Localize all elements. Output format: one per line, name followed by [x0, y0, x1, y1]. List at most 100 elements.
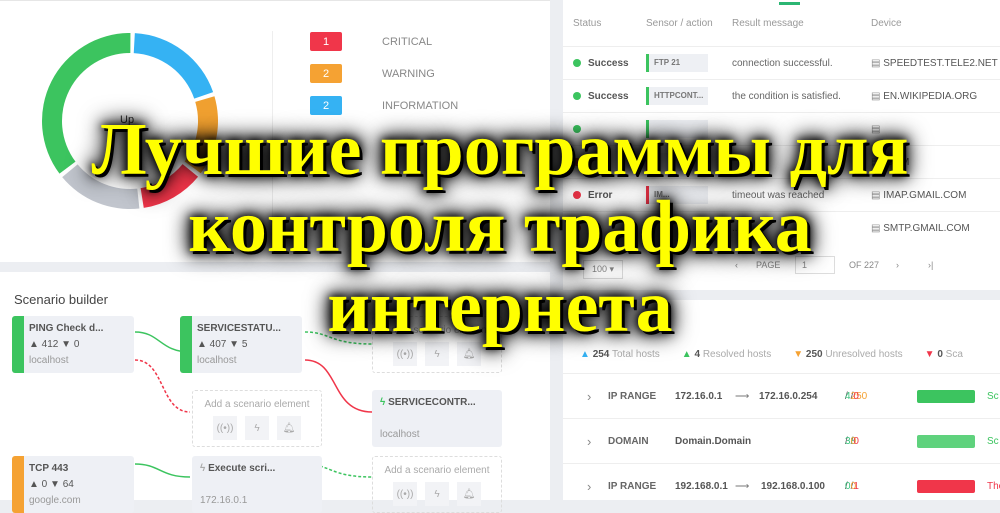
col-status[interactable]: Status: [573, 18, 601, 29]
sensor-icon[interactable]: ((•)): [213, 416, 237, 440]
table-row[interactable]: .COM: [563, 145, 1000, 178]
add-scenario-element[interactable]: Add a scenario element ((•)) ϟ 🔔︎: [192, 390, 322, 447]
donut-slice-gray[interactable]: [62, 164, 140, 209]
summary-item: ▼ 250 Unresolved hosts: [793, 349, 902, 360]
table-row[interactable]: Success HTTPCONT... the condition is sat…: [563, 79, 1000, 112]
sensor-chip[interactable]: [646, 120, 708, 138]
scenario-node-tcp[interactable]: TCP 443 ▲ 0 ▼ 64 google.com: [12, 456, 134, 513]
scan-progress-bar: [917, 479, 975, 493]
connector-success: [304, 331, 373, 345]
action-icon[interactable]: ϟ: [245, 416, 269, 440]
count-badge: 1: [310, 32, 342, 51]
bell-icon[interactable]: 🔔︎: [457, 482, 481, 506]
action-icon[interactable]: ϟ: [425, 482, 449, 506]
arrow-icon: ▲: [580, 349, 590, 360]
node-counts: ▲ 0 ▼ 64: [29, 479, 74, 490]
table-row[interactable]: Error IM... timeout was reached IMAP.GMA…: [563, 178, 1000, 211]
status-text: Error: [588, 189, 613, 201]
expand-chevron-icon[interactable]: ›: [587, 479, 591, 494]
active-tab-indicator: [779, 2, 800, 5]
sensor-icon[interactable]: ((•)): [393, 482, 417, 506]
device-name[interactable]: EN.WIKIPEDIA.ORG: [871, 91, 977, 102]
legend-warning[interactable]: 2 WARNING: [310, 64, 435, 83]
donut-slice-green[interactable]: [41, 33, 131, 174]
host-row[interactable]: › DOMAIN Domain.Domain 38 / 0 / 0 Sc: [563, 418, 1000, 463]
sensor-chip[interactable]: FTP 21: [646, 54, 708, 72]
action-icon[interactable]: ϟ: [425, 342, 449, 366]
arrow-icon: ▲: [681, 349, 692, 360]
scenario-node-ping[interactable]: PING Check d... ▲ 412 ▼ 0 localhost: [12, 316, 134, 373]
result-message: ...er: [732, 222, 750, 234]
table-row[interactable]: [563, 112, 1000, 145]
col-device[interactable]: Device: [871, 18, 902, 29]
table-row[interactable]: ...er SMTP.GMAIL.COM: [563, 211, 1000, 244]
bell-icon[interactable]: 🔔︎: [277, 416, 301, 440]
range-from: 192.168.0.1: [675, 480, 728, 492]
add-scenario-element[interactable]: Add a scenario element ((•)) ϟ 🔔︎: [372, 456, 502, 513]
host-counts: 38 / 0 / 0: [845, 435, 859, 447]
node-title: PING Check d...: [29, 323, 104, 334]
summary-value: 4: [694, 349, 701, 360]
table-row[interactable]: Success FTP 21 connection successful. SP…: [563, 46, 1000, 79]
status-dot: [573, 125, 581, 133]
expand-chevron-icon[interactable]: ›: [587, 434, 591, 449]
legend-information[interactable]: 2 INFORMATION: [310, 96, 458, 115]
range-arrow: ⟶: [735, 480, 750, 492]
add-scenario-element[interactable]: Add a scenario element ((•)) ϟ 🔔︎: [372, 316, 502, 373]
scan-status: Sc: [987, 435, 999, 447]
expand-chevron-icon[interactable]: ›: [587, 389, 591, 404]
scenario-builder-panel: Scenario builder PING Check d... ▲ 412 ▼ …: [0, 272, 550, 513]
status-bar: [12, 316, 24, 373]
page-label: PAGE: [756, 260, 781, 270]
sensor-chip[interactable]: IM...: [646, 186, 708, 204]
host-row[interactable]: › IP RANGE 172.16.0.1 ⟶ 172.16.0.254 4 /…: [563, 373, 1000, 418]
device-name[interactable]: .COM: [871, 157, 909, 168]
host-row[interactable]: › IP RANGE 192.168.0.1 ⟶ 192.168.0.100 0…: [563, 463, 1000, 508]
summary-item: ▼ 0 Sca: [925, 349, 963, 360]
donut-slice-red[interactable]: [140, 164, 199, 208]
status-bar: [180, 316, 192, 373]
result-message: connection successful.: [732, 57, 833, 69]
node-title: TCP 443: [29, 463, 69, 474]
host-type: DOMAIN: [608, 435, 649, 447]
page-input[interactable]: 1: [795, 256, 835, 274]
scenario-node-servicecontrol[interactable]: ϟ SERVICECONTR... localhost: [372, 390, 502, 447]
node-host: google.com: [29, 495, 81, 506]
col-sensor[interactable]: Sensor / action: [646, 18, 713, 29]
sensor-chip[interactable]: [646, 153, 708, 171]
connector-success: [134, 463, 191, 478]
status-bar: [12, 456, 24, 513]
node-counts: ▲ 412 ▼ 0: [29, 339, 80, 350]
donut-slice-blue[interactable]: [133, 33, 214, 99]
scenario-node-execute-script[interactable]: ϟ Execute scri... 172.16.0.1: [192, 456, 322, 513]
lightning-icon: ϟ: [380, 397, 389, 408]
sensor-icon[interactable]: ((•)): [393, 342, 417, 366]
device-name[interactable]: IMAP.GMAIL.COM: [871, 190, 966, 201]
prev-page-button[interactable]: ‹: [735, 260, 738, 270]
legend-label: WARNING: [382, 67, 435, 80]
last-page-button[interactable]: ›|: [928, 260, 933, 270]
status-dot: [573, 59, 581, 67]
bell-icon[interactable]: 🔔︎: [457, 342, 481, 366]
donut-slice-orange[interactable]: [184, 96, 218, 174]
per-page-select[interactable]: 100 ▾: [583, 260, 624, 279]
device-name[interactable]: SMTP.GMAIL.COM: [871, 223, 970, 234]
legend-critical[interactable]: 1 CRITICAL: [310, 32, 432, 51]
sensor-chip[interactable]: [646, 219, 708, 237]
add-label: Add a scenario element: [384, 465, 490, 476]
count-badge: 2: [310, 96, 342, 115]
hosts-panel: ▲ 254 Total hosts ▲ 4 Resolved hosts ▼ 250…: [563, 300, 1000, 500]
host-type: IP RANGE: [608, 390, 657, 402]
device-name[interactable]: [871, 124, 880, 135]
summary-label: Sca: [945, 349, 963, 360]
scan-status: The: [987, 480, 1000, 492]
status-dot: [573, 158, 581, 166]
sensor-chip[interactable]: HTTPCONT...: [646, 87, 708, 105]
summary-label: Resolved hosts: [702, 349, 772, 360]
next-page-button[interactable]: ›: [896, 260, 899, 270]
lightning-icon: ϟ: [200, 463, 209, 474]
col-message[interactable]: Result message: [732, 18, 804, 29]
device-name[interactable]: SPEEDTEST.TELE2.NET: [871, 58, 997, 69]
scenario-node-servicestatus[interactable]: SERVICESTATU... ▲ 407 ▼ 5 localhost: [180, 316, 302, 373]
summary-value: 254: [592, 349, 610, 360]
